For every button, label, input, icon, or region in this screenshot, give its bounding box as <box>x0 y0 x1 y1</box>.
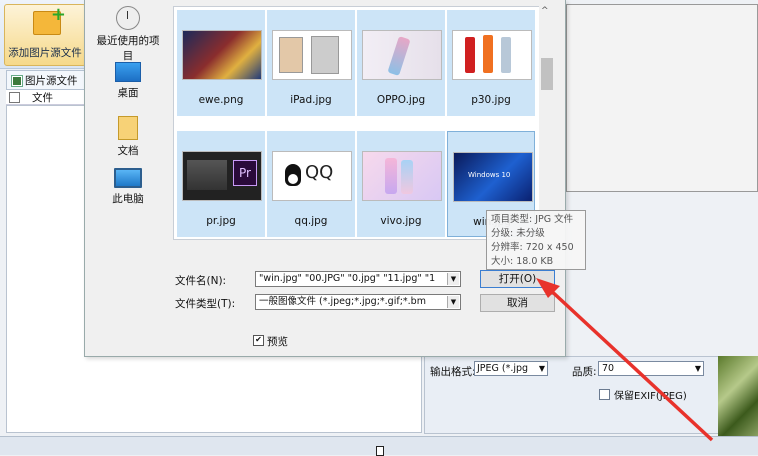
file-column-header[interactable]: 文件 <box>6 90 84 105</box>
preview-checkbox[interactable]: ✔ <box>253 335 264 346</box>
computer-icon <box>114 168 142 188</box>
place-this-pc[interactable]: 此电脑 <box>93 168 163 206</box>
vertical-scrollbar[interactable] <box>539 0 555 240</box>
thumbnail-win: Windows 10 <box>453 152 533 202</box>
chevron-down-icon[interactable]: ▼ <box>447 273 459 285</box>
tooltip-size: 大小: 18.0 KB <box>491 256 554 267</box>
file-tile[interactable]: OPPO.jpg <box>357 10 445 116</box>
image-icon <box>11 75 23 87</box>
qq-logo-text: QQ <box>305 162 334 183</box>
keep-exif-label: 保留EXIF(JPEG) <box>614 391 687 402</box>
file-info-tooltip: 项目类型: JPG 文件 分级: 未分级 分辨率: 720 x 450 大小: … <box>486 210 586 270</box>
keep-exif-checkbox[interactable] <box>599 389 610 400</box>
windows-logo-text: Windows 10 <box>468 171 511 179</box>
output-format-value: JPEG (*.jpg <box>477 363 529 374</box>
file-tile[interactable]: iPad.jpg <box>267 10 355 116</box>
select-all-checkbox[interactable] <box>9 92 20 103</box>
thumbnail-vivo <box>362 151 442 201</box>
place-desktop[interactable]: 桌面 <box>93 62 163 100</box>
file-name: vivo.jpg <box>380 215 422 227</box>
place-desktop-label: 桌面 <box>117 87 139 99</box>
mouse-cursor-icon <box>376 446 384 456</box>
file-name: iPad.jpg <box>290 94 332 106</box>
place-this-pc-label: 此电脑 <box>112 193 144 205</box>
tab-label: 图片源文件 <box>25 75 78 87</box>
output-format-label: 输出格式: <box>430 366 476 378</box>
tooltip-resolution: 分辨率: 720 x 450 <box>491 242 574 253</box>
image-preview-pane <box>566 4 758 192</box>
file-name: OPPO.jpg <box>376 94 426 106</box>
cancel-button[interactable]: 取消 <box>480 294 555 312</box>
recent-icon <box>116 6 140 30</box>
place-recent-label: 最近使用的项目 <box>96 35 160 62</box>
place-recent[interactable]: 最近使用的项目 <box>93 6 163 63</box>
scroll-up-icon[interactable]: ^ <box>541 6 549 16</box>
place-documents-label: 文档 <box>117 145 139 157</box>
file-tile[interactable]: QQ qq.jpg <box>267 131 355 237</box>
filename-value: "win.jpg" "00.JPG" "0.jpg" "11.jpg" "1 <box>259 273 436 284</box>
quality-label: 品质: <box>572 366 597 378</box>
thumbnail-p30 <box>452 30 532 80</box>
pr-logo-text: Pr <box>233 160 257 186</box>
chevron-down-icon[interactable]: ▼ <box>447 296 459 308</box>
filetype-label: 文件类型(T): <box>175 298 236 310</box>
output-format-select[interactable]: JPEG (*.jpg ▼ <box>474 361 548 376</box>
add-image-source-button[interactable]: 添加图片源文件 <box>4 4 86 66</box>
thumbnail-oppo <box>362 30 442 80</box>
open-button[interactable]: 打开(O) <box>480 270 555 288</box>
file-tile[interactable]: p30.jpg <box>447 10 535 116</box>
file-tile[interactable]: Pr pr.jpg <box>177 131 265 237</box>
documents-icon <box>118 116 138 140</box>
file-column-label: 文件 <box>32 92 53 104</box>
filetype-select[interactable]: 一般图像文件 (*.jpeg;*.jpg;*.gif;*.bm ▼ <box>255 294 461 310</box>
preview-label: 预览 <box>267 336 288 348</box>
scrollbar-thumb[interactable] <box>541 58 553 90</box>
add-folder-icon <box>33 4 66 35</box>
tooltip-rating: 分级: 未分级 <box>491 228 545 239</box>
desktop-icon <box>115 62 141 82</box>
quality-value: 70 <box>602 363 615 374</box>
filetype-value: 一般图像文件 (*.jpeg;*.jpg;*.gif;*.bm <box>259 296 426 307</box>
file-name: pr.jpg <box>206 215 236 227</box>
place-documents[interactable]: 文档 <box>93 116 163 158</box>
file-name: qq.jpg <box>294 215 328 227</box>
file-name: p30.jpg <box>471 94 511 106</box>
open-file-dialog: 最近使用的项目 桌面 文档 此电脑 ewe.png iPad.jpg OPPO.… <box>84 0 566 357</box>
background-photo <box>718 356 758 436</box>
file-tile[interactable]: ewe.png <box>177 10 265 116</box>
filename-input[interactable]: "win.jpg" "00.JPG" "0.jpg" "11.jpg" "1 ▼ <box>255 271 461 287</box>
filename-label: 文件名(N): <box>175 275 227 287</box>
file-name: ewe.png <box>198 94 244 106</box>
quality-select[interactable]: 70 ▼ <box>598 361 704 376</box>
file-thumbnail-grid[interactable]: ewe.png iPad.jpg OPPO.jpg p30.jpg Pr pr.… <box>173 6 545 240</box>
thumbnail-ipad <box>272 30 352 80</box>
chevron-down-icon: ▼ <box>694 364 701 373</box>
chevron-down-icon: ▼ <box>538 364 545 373</box>
thumbnail-pr: Pr <box>182 151 262 201</box>
thumbnail-qq: QQ <box>272 151 352 201</box>
add-image-source-label: 添加图片源文件 <box>8 47 82 59</box>
thumbnail-ewe <box>182 30 262 80</box>
tooltip-item-type: 项目类型: JPG 文件 <box>491 214 574 225</box>
tab-image-source-files[interactable]: 图片源文件 <box>6 70 86 90</box>
file-tile[interactable]: vivo.jpg <box>357 131 445 237</box>
